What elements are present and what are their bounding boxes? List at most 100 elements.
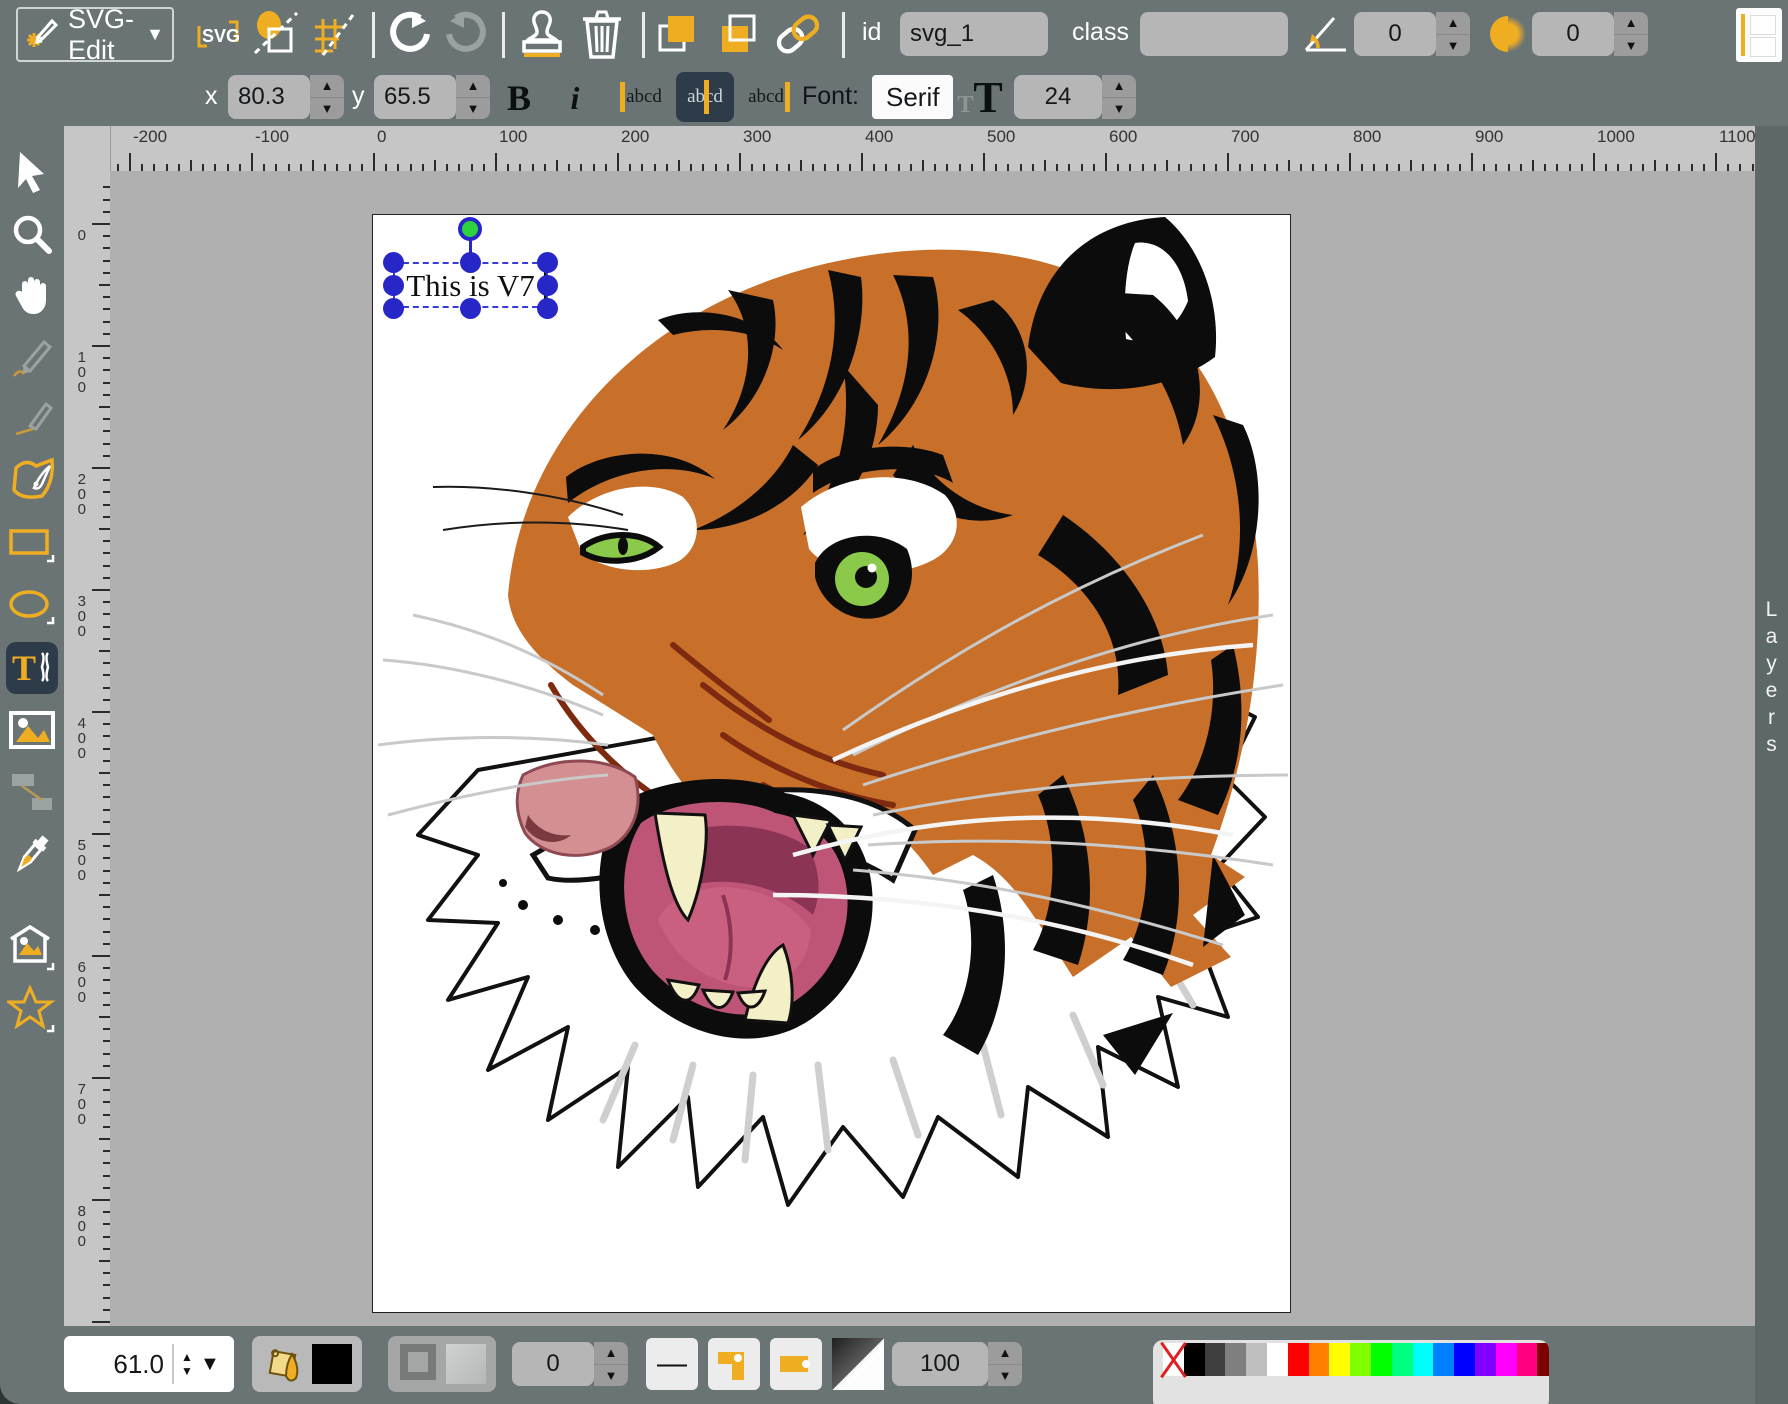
id-label: id	[862, 18, 881, 47]
opacity-icon	[832, 1338, 884, 1390]
palette-swatch[interactable]	[1267, 1343, 1288, 1376]
snap-grid-button[interactable]	[308, 8, 360, 60]
tool-connector[interactable]	[6, 766, 58, 818]
stroke-width-input[interactable]	[512, 1342, 594, 1386]
opacity-spinner[interactable]: ▲▼	[988, 1342, 1022, 1386]
tool-pencil[interactable]	[6, 332, 58, 384]
rotate-handle[interactable]	[458, 217, 482, 241]
svg-edit-window: SVG-Edit ▼ SVG	[0, 0, 1788, 1404]
color-palette	[1153, 1340, 1549, 1404]
tool-line[interactable]	[6, 392, 58, 444]
clone-button[interactable]	[516, 8, 568, 60]
font-size-spinner[interactable]: ▲▼	[1102, 75, 1136, 119]
move-to-back-button[interactable]	[712, 8, 764, 60]
x-spinner[interactable]: ▲▼	[310, 75, 344, 119]
palette-swatch[interactable]	[1184, 1343, 1205, 1376]
palette-swatch[interactable]	[1246, 1343, 1267, 1376]
palette-swatch[interactable]	[1537, 1343, 1549, 1376]
toolbar-separator	[502, 12, 505, 58]
palette-swatch[interactable]	[1163, 1343, 1184, 1376]
canvas-workspace[interactable]: -200-10001002003004005006007008009001000…	[64, 126, 1756, 1326]
svg-text:T: T	[12, 648, 36, 688]
font-size-input[interactable]	[1014, 75, 1102, 119]
delete-button[interactable]	[576, 8, 628, 60]
main-menu-button[interactable]: SVG-Edit ▼	[16, 7, 174, 62]
x-input[interactable]	[228, 75, 310, 119]
tool-star[interactable]	[6, 984, 58, 1036]
zoom-dropdown-caret[interactable]: ▼	[200, 1353, 234, 1376]
palette-panel-button[interactable]	[1736, 8, 1782, 62]
palette-swatch[interactable]	[1309, 1343, 1330, 1376]
menu-caret-icon: ▼	[146, 24, 164, 45]
tool-rectangle[interactable]	[6, 520, 58, 572]
font-family-button[interactable]: Serif	[872, 75, 953, 119]
stroke-dash-button[interactable]: —	[646, 1338, 698, 1390]
y-label: y	[352, 82, 365, 111]
palette-swatch[interactable]	[1454, 1343, 1475, 1376]
tool-eyedropper[interactable]	[6, 828, 58, 880]
stroke-width-spinner[interactable]: ▲▼	[594, 1342, 628, 1386]
blur-spinner[interactable]: ▲▼	[1614, 12, 1648, 56]
linejoin-button[interactable]	[708, 1338, 760, 1390]
wireframe-button[interactable]	[250, 8, 302, 60]
angle-spinner[interactable]: ▲▼	[1436, 12, 1470, 56]
linecap-button[interactable]	[770, 1338, 822, 1390]
tool-path[interactable]	[6, 452, 58, 504]
link-button[interactable]	[772, 8, 824, 60]
blur-input[interactable]	[1532, 12, 1614, 56]
class-input[interactable]	[1140, 12, 1288, 56]
angle-input[interactable]	[1354, 12, 1436, 56]
selection-handle-w[interactable]	[383, 275, 404, 296]
selection-handle-sw[interactable]	[383, 298, 404, 319]
tool-pan[interactable]	[6, 268, 58, 320]
y-input[interactable]	[374, 75, 456, 119]
palette-swatch[interactable]	[1475, 1343, 1496, 1376]
stroke-color-swatch	[446, 1344, 486, 1384]
text-anchor-end-button[interactable]: abcd	[740, 72, 798, 122]
move-to-front-button[interactable]	[652, 8, 704, 60]
fill-color-button[interactable]	[252, 1336, 362, 1392]
tool-image[interactable]	[6, 704, 58, 756]
palette-swatch[interactable]	[1288, 1343, 1309, 1376]
palette-panel-square	[1750, 37, 1776, 57]
selection-handle-se[interactable]	[537, 298, 558, 319]
text-anchor-start-button[interactable]: abcd	[612, 72, 670, 122]
selection-handle-s[interactable]	[460, 298, 481, 319]
stroke-color-button[interactable]	[388, 1336, 496, 1392]
tool-ellipse[interactable]	[6, 582, 58, 634]
palette-swatch[interactable]	[1205, 1343, 1226, 1376]
italic-button[interactable]: i	[552, 74, 598, 122]
svg-source-button[interactable]: SVG	[192, 8, 244, 60]
opacity-input[interactable]	[892, 1342, 988, 1386]
palette-swatch[interactable]	[1413, 1343, 1434, 1376]
palette-swatch[interactable]	[1433, 1343, 1454, 1376]
selection-handle-nw[interactable]	[383, 252, 404, 273]
selection-handle-n[interactable]	[460, 252, 481, 273]
selection-handle-ne[interactable]	[537, 252, 558, 273]
tool-text[interactable]: T	[6, 642, 58, 694]
selection-handle-e[interactable]	[537, 275, 558, 296]
zoom-spinner[interactable]: ▲▼	[174, 1350, 200, 1378]
bold-button[interactable]: B	[496, 74, 542, 122]
id-input[interactable]	[900, 12, 1048, 56]
zoom-widget[interactable]: 61.0 ▲▼ ▼	[64, 1336, 234, 1392]
text-anchor-middle-button[interactable]: abcd	[676, 72, 734, 122]
palette-swatch[interactable]	[1225, 1343, 1246, 1376]
palette-swatch[interactable]	[1392, 1343, 1413, 1376]
palette-swatch[interactable]	[1517, 1343, 1538, 1376]
tool-zoom[interactable]	[6, 208, 58, 260]
tool-select[interactable]	[6, 146, 58, 198]
palette-swatch[interactable]	[1329, 1343, 1350, 1376]
undo-button[interactable]	[384, 8, 436, 60]
palette-panel-bar	[1741, 14, 1745, 56]
svg-canvas[interactable]: This is V7	[373, 215, 1290, 1312]
palette-swatch[interactable]	[1496, 1343, 1517, 1376]
tool-shape-library[interactable]	[6, 922, 58, 974]
palette-swatch[interactable]	[1371, 1343, 1392, 1376]
palette-swatch[interactable]	[1350, 1343, 1371, 1376]
redo-button[interactable]	[440, 8, 492, 60]
y-spinner[interactable]: ▲▼	[456, 75, 490, 119]
class-label: class	[1072, 18, 1129, 47]
stroke-icon	[398, 1342, 438, 1387]
layers-panel-tab[interactable]: Layers	[1755, 126, 1788, 1404]
